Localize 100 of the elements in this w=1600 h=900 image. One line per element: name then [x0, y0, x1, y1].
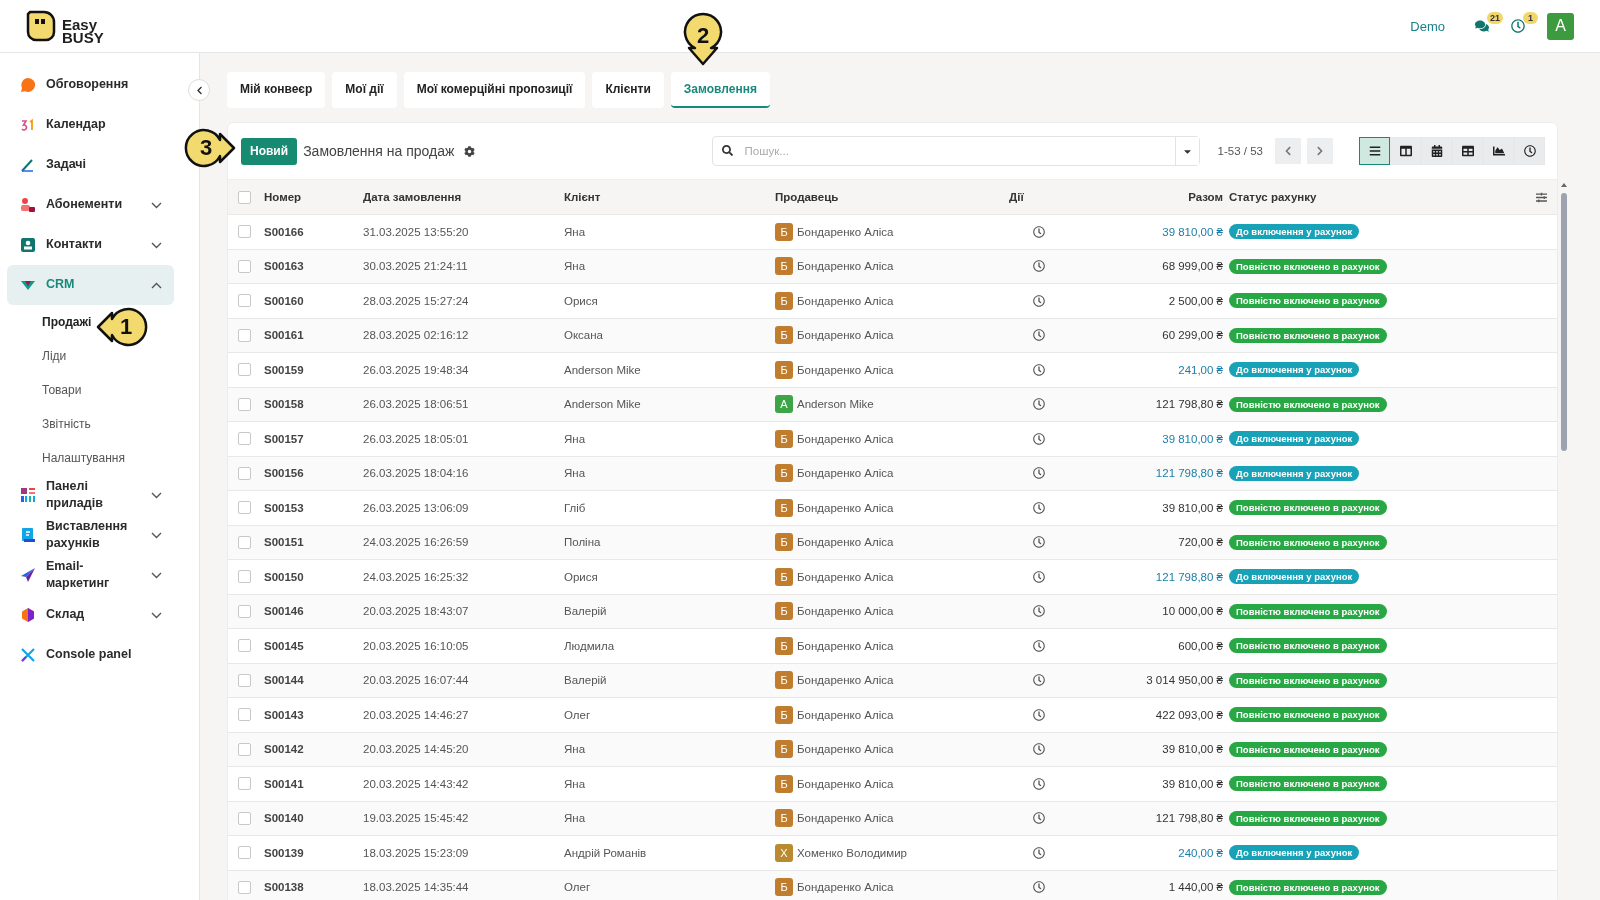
table-cell-text: S00157 [264, 432, 305, 445]
tab[interactable]: Клієнти [592, 72, 664, 108]
column-header[interactable]: Номер [264, 191, 363, 203]
table-cell: Бондаренко Аліса [797, 777, 894, 790]
row-checkbox[interactable] [238, 708, 251, 722]
row-checkbox[interactable] [238, 259, 251, 273]
column-options-icon[interactable] [1536, 191, 1547, 203]
row-checkbox[interactable] [238, 363, 251, 377]
row-checkbox[interactable] [238, 397, 251, 411]
sidebar-item[interactable]: Email-маркетинг [7, 555, 174, 595]
search-field[interactable]: Пошук... [711, 136, 1200, 166]
sidebar-item[interactable]: Контакти [7, 225, 174, 265]
tab[interactable]: Мої комерційні пропозиції [403, 72, 586, 108]
sidebar-item[interactable]: CRM [7, 265, 174, 305]
row-checkbox[interactable] [238, 501, 251, 515]
dashboard-icon [20, 487, 36, 503]
invoice-icon [20, 527, 36, 543]
calendar-icon [1430, 145, 1443, 157]
row-checkbox[interactable] [238, 432, 251, 446]
row-checkbox[interactable] [238, 811, 251, 825]
sidebar-subitem[interactable]: Товари [42, 373, 82, 407]
sidebar-item[interactable]: Календар [7, 105, 174, 145]
table-cell-text: 26.03.2025 18:06:51 [363, 398, 470, 411]
next-page-button[interactable] [1307, 138, 1333, 164]
table-cell-text: S00141 [264, 777, 305, 790]
collapse-button[interactable] [188, 79, 210, 101]
tab[interactable]: Мої дії [332, 72, 397, 108]
user-avatar[interactable]: A [1547, 12, 1574, 40]
row-checkbox[interactable] [238, 604, 251, 618]
table-cell-text: S00140 [264, 812, 305, 825]
logo-text: Easy [62, 19, 98, 32]
row-checkbox[interactable] [238, 535, 251, 549]
previous-page-button[interactable] [1275, 138, 1301, 164]
activity-view-button[interactable] [1514, 137, 1545, 165]
sidebar-item[interactable]: Склад [7, 595, 174, 635]
search-icon [721, 145, 733, 156]
kanban-view-button[interactable] [1390, 137, 1421, 165]
table-cell-text: Anderson Mike [564, 363, 642, 376]
seller-avatar: Б [775, 636, 793, 655]
row-checkbox[interactable] [238, 570, 251, 584]
sidebar-item[interactable]: Задачі [7, 145, 174, 185]
row-checkbox[interactable] [238, 777, 251, 791]
table-cell: Бондаренко Аліса [797, 501, 894, 514]
settings-icon[interactable] [464, 145, 476, 157]
sidebar-item[interactable]: Обговорення [7, 65, 174, 105]
table-cell-text: 26.03.2025 13:06:09 [363, 501, 470, 514]
column-header[interactable]: Продавець [775, 191, 1009, 203]
sidebar-subitem[interactable]: Ліди [42, 339, 67, 373]
table-cell-text: 18.03.2025 15:23:09 [363, 846, 470, 859]
tab[interactable]: Мій конвеєр [227, 72, 326, 108]
row-checkbox[interactable] [238, 294, 251, 308]
sidebar-item[interactable]: Панелі приладів [7, 475, 174, 515]
seller-avatar: Б [775, 257, 793, 276]
column-header[interactable]: Разом [1069, 191, 1229, 203]
logo-icon [26, 10, 56, 42]
people-icon [20, 197, 36, 213]
search-dropdown-button[interactable] [1174, 137, 1199, 165]
new-button[interactable]: Новий [241, 137, 298, 165]
sidebar-label: Панелі приладів [46, 477, 104, 512]
select-all-checkbox[interactable] [238, 190, 251, 204]
row-checkbox[interactable] [238, 880, 251, 894]
seller-avatar: Б [775, 222, 793, 241]
sidebar-item[interactable]: Console panel [7, 635, 174, 675]
list-view-button[interactable] [1359, 137, 1390, 165]
row-checkbox[interactable] [238, 225, 251, 239]
table-cell: Бондаренко Аліса [797, 743, 894, 756]
table-cell-text: Орися [564, 294, 599, 307]
column-header[interactable]: Дії [1009, 191, 1069, 203]
seller-avatar: Б [775, 291, 793, 310]
list-icon [1368, 145, 1381, 157]
sidebar-subitem[interactable]: Налаштування [42, 441, 125, 475]
table-cell-text: Гліб [564, 501, 587, 514]
sidebar-label: CRM [46, 276, 76, 294]
sidebar-subitem[interactable]: Продажі [42, 305, 92, 339]
database-link[interactable]: Demo [1410, 18, 1445, 34]
row-checkbox[interactable] [238, 466, 251, 480]
sidebar-label: Задачі [46, 156, 88, 174]
table-cell-text: 26.03.2025 18:04:16 [363, 467, 470, 480]
tab[interactable]: Замовлення [670, 72, 770, 108]
row-checkbox[interactable] [238, 328, 251, 342]
row-checkbox[interactable] [238, 742, 251, 756]
seller-avatar: Б [775, 602, 793, 621]
table-cell-text: S00145 [264, 639, 305, 652]
table-cell-text: 600,00 ₴ [1177, 639, 1224, 652]
column-header[interactable]: Статус рахунку [1229, 191, 1317, 203]
table-cell: Бондаренко Аліса [797, 881, 894, 894]
sidebar-item[interactable]: Абонементи [7, 185, 174, 225]
row-checkbox[interactable] [238, 846, 251, 860]
row-checkbox[interactable] [238, 673, 251, 687]
column-header[interactable]: Дата замовлення [363, 191, 564, 203]
clock-icon[interactable] [1511, 19, 1525, 33]
sidebar-item[interactable]: Виставлення рахунків [7, 515, 174, 555]
chat-icon[interactable] [1475, 19, 1489, 33]
table-cell-text: Яна [564, 467, 587, 480]
table-cell-text: 121 798,80 ₴ [1154, 812, 1224, 825]
sidebar-subitem[interactable]: Звітність [42, 407, 91, 441]
row-checkbox[interactable] [238, 639, 251, 653]
column-header[interactable]: Клієнт [564, 191, 775, 203]
table-cell: Бондаренко Аліса [797, 363, 894, 376]
status-badge: Повністю включено в рахунок [1229, 327, 1387, 343]
